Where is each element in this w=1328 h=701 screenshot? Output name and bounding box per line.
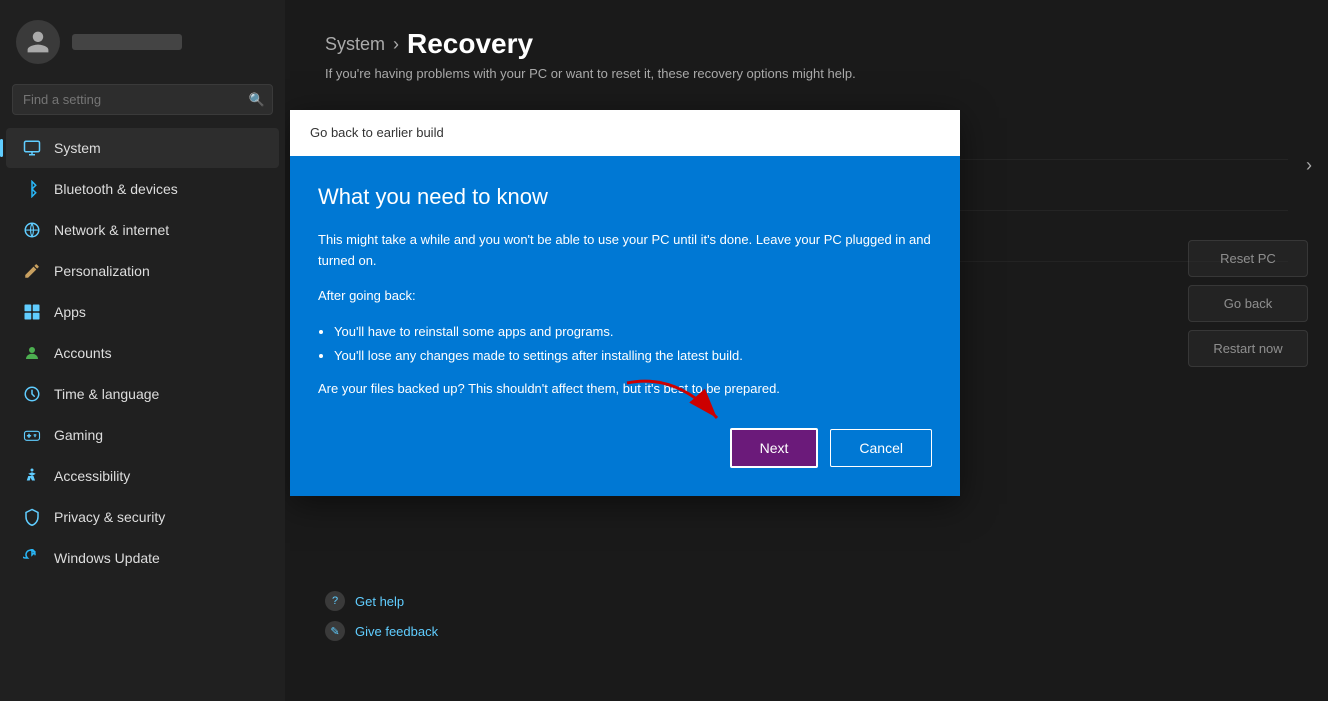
dialog-bullet1: You'll have to reinstall some apps and p… (334, 320, 932, 343)
apps-icon (22, 302, 42, 322)
time-icon (22, 384, 42, 404)
accounts-icon (22, 343, 42, 363)
avatar (16, 20, 60, 64)
update-icon (22, 548, 42, 568)
next-button[interactable]: Next (730, 428, 819, 468)
privacy-icon (22, 507, 42, 527)
sidebar-item-gaming[interactable]: Gaming (6, 415, 279, 455)
gaming-icon (22, 425, 42, 445)
sidebar-item-label-personalization: Personalization (54, 263, 150, 279)
sidebar-item-label-update: Windows Update (54, 550, 160, 566)
bluetooth-icon (22, 179, 42, 199)
sidebar-item-label-privacy: Privacy & security (54, 509, 165, 525)
user-icon (25, 29, 51, 55)
sidebar-item-network[interactable]: Network & internet (6, 210, 279, 250)
search-icon: 🔍 (249, 92, 265, 108)
sidebar-item-apps[interactable]: Apps (6, 292, 279, 332)
search-box[interactable]: 🔍 (12, 84, 273, 115)
sidebar-item-bluetooth[interactable]: Bluetooth & devices (6, 169, 279, 209)
sidebar-item-label-network: Network & internet (54, 222, 169, 238)
dialog-list: You'll have to reinstall some apps and p… (334, 320, 932, 367)
dialog-actions: Next Cancel (318, 428, 932, 468)
username-bar (72, 34, 182, 50)
sidebar-item-update[interactable]: Windows Update (6, 538, 279, 578)
sidebar-item-accessibility[interactable]: Accessibility (6, 456, 279, 496)
arrow-annotation (617, 373, 737, 438)
dialog-after-going-back: After going back: (318, 286, 932, 307)
sidebar-item-label-accessibility: Accessibility (54, 468, 130, 484)
nav-container: System Bluetooth & devices Network & int… (0, 127, 285, 579)
sidebar-item-label-apps: Apps (54, 304, 86, 320)
main-content: System › Recovery If you're having probl… (285, 0, 1328, 701)
system-icon (22, 138, 42, 158)
cancel-button[interactable]: Cancel (830, 429, 932, 467)
personalization-icon (22, 261, 42, 281)
sidebar-item-label-bluetooth: Bluetooth & devices (54, 181, 178, 197)
sidebar-item-accounts[interactable]: Accounts (6, 333, 279, 373)
dialog: Go back to earlier build What you need t… (290, 110, 960, 496)
sidebar-item-privacy[interactable]: Privacy & security (6, 497, 279, 537)
search-input[interactable] (12, 84, 273, 115)
dialog-bullet2: You'll lose any changes made to settings… (334, 344, 932, 367)
dialog-title: What you need to know (318, 184, 932, 210)
sidebar-item-label-gaming: Gaming (54, 427, 103, 443)
sidebar-item-time[interactable]: Time & language (6, 374, 279, 414)
dialog-header: Go back to earlier build (290, 110, 960, 156)
sidebar-item-system[interactable]: System (6, 128, 279, 168)
accessibility-icon (22, 466, 42, 486)
sidebar-item-label-system: System (54, 140, 101, 156)
sidebar-item-label-accounts: Accounts (54, 345, 112, 361)
sidebar-item-personalization[interactable]: Personalization (6, 251, 279, 291)
sidebar-item-label-time: Time & language (54, 386, 159, 402)
sidebar: 🔍 System Bluetooth & devices Network & i… (0, 0, 285, 701)
dialog-header-title: Go back to earlier build (310, 125, 444, 140)
network-icon (22, 220, 42, 240)
user-profile (0, 10, 285, 80)
dialog-para1: This might take a while and you won't be… (318, 230, 932, 272)
dialog-body: What you need to know This might take a … (290, 156, 960, 496)
dialog-overlay: Go back to earlier build What you need t… (285, 0, 1328, 701)
